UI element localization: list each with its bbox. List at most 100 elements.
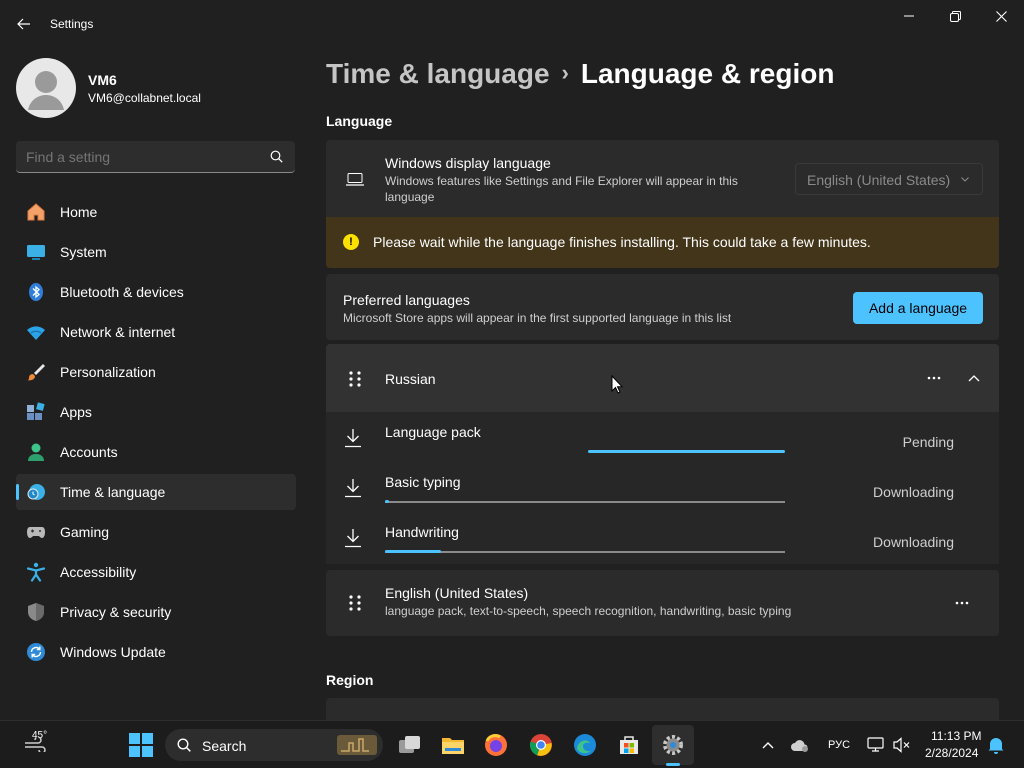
region-card[interactable] (326, 698, 999, 720)
bluetooth-icon (29, 283, 43, 301)
progress-bar (385, 550, 785, 553)
firefox-icon (485, 734, 507, 756)
sidebar-item-home[interactable]: Home (16, 194, 296, 230)
bell-icon (988, 738, 1004, 754)
download-icon (345, 529, 361, 548)
sidebar-item-label: Accounts (60, 444, 118, 460)
collapse-button[interactable] (960, 368, 988, 388)
apps-icon (27, 402, 45, 420)
language-item-english[interactable]: English (United States) language pack, t… (326, 570, 999, 636)
volume-button[interactable] (890, 731, 914, 759)
feature-row-handwriting: Handwriting Downloading (326, 514, 999, 564)
feature-row-language-pack: Language pack Pending (326, 414, 999, 464)
firefox-button[interactable] (482, 731, 510, 759)
task-view-icon (399, 736, 420, 753)
update-icon (27, 643, 45, 661)
download-icon (345, 479, 361, 498)
drag-handle-icon[interactable] (348, 594, 362, 612)
restore-icon (949, 10, 961, 22)
sidebar-item-accessibility[interactable]: Accessibility (16, 554, 296, 590)
user-name: VM6 (88, 72, 117, 88)
clock-date[interactable]: 2/28/2024 (925, 746, 978, 760)
start-button[interactable] (127, 731, 155, 759)
sidebar-item-bluetooth[interactable]: Bluetooth & devices (16, 274, 296, 310)
chevron-up-icon (968, 375, 980, 382)
sidebar-item-gaming[interactable]: Gaming (16, 514, 296, 550)
sidebar-item-label: Home (60, 204, 98, 220)
sidebar-item-label: Windows Update (60, 644, 166, 660)
sidebar-item-label: Accessibility (60, 564, 137, 580)
sidebar-item-system[interactable]: System (16, 234, 296, 270)
search-icon (177, 738, 191, 752)
close-button[interactable] (978, 4, 1024, 28)
sidebar-item-accounts[interactable]: Accounts (16, 434, 296, 470)
clock-time[interactable]: 11:13 PM (931, 729, 981, 743)
file-explorer-button[interactable] (439, 731, 467, 759)
shield-icon (28, 603, 44, 621)
breadcrumb: Time & language › Language & region (326, 58, 834, 90)
sidebar-item-network[interactable]: Network & internet (16, 314, 296, 350)
sidebar-item-label: Time & language (60, 484, 166, 500)
search-box[interactable] (16, 141, 295, 173)
file-explorer-icon (442, 738, 464, 754)
minimize-button[interactable] (886, 4, 932, 28)
language-features-summary: language pack, text-to-speech, speech re… (385, 604, 792, 618)
network-status-button[interactable] (864, 731, 888, 759)
language-options-button[interactable] (920, 368, 948, 388)
onedrive-button[interactable] (788, 731, 812, 759)
back-button[interactable] (10, 12, 38, 36)
drag-handle-icon[interactable] (348, 370, 362, 388)
task-view-button[interactable] (396, 731, 424, 759)
chrome-button[interactable] (527, 731, 555, 759)
page-title: Language & region (580, 58, 835, 89)
sidebar-item-label: Network & internet (60, 324, 176, 340)
input-language-indicator[interactable]: РУС (828, 739, 850, 751)
more-icon (927, 376, 941, 380)
gaming-icon (27, 527, 45, 538)
avatar[interactable] (16, 58, 76, 118)
sidebar-item-time-language[interactable]: Time & language (16, 474, 296, 510)
feature-label: Language pack (385, 424, 481, 440)
sidebar-item-personalization[interactable]: Personalization (16, 354, 296, 390)
back-arrow-icon (17, 18, 30, 30)
notifications-button[interactable] (984, 731, 1008, 759)
close-icon (995, 10, 1007, 22)
sidebar-item-privacy[interactable]: Privacy & security (16, 594, 296, 630)
chevron-down-icon (961, 177, 969, 182)
store-button[interactable] (615, 731, 643, 759)
language-options-button[interactable] (948, 593, 976, 613)
user-email: VM6@collabnet.local (88, 91, 201, 105)
person-icon (28, 71, 64, 110)
display-language-description: Windows features like Settings and File … (385, 174, 738, 204)
cloud-icon (791, 740, 808, 752)
progress-bar (385, 500, 785, 503)
edge-icon (574, 734, 596, 756)
sidebar-item-label: Gaming (60, 524, 110, 540)
breadcrumb-parent[interactable]: Time & language (326, 58, 550, 89)
network-icon (27, 326, 45, 340)
settings-icon (663, 735, 683, 755)
show-hidden-icons-button[interactable] (756, 731, 780, 759)
add-language-button[interactable]: Add a language (853, 292, 983, 324)
install-warning-banner: ! Please wait while the language finishe… (326, 217, 999, 268)
settings-button[interactable] (659, 731, 687, 759)
restore-button[interactable] (932, 4, 978, 28)
feature-status: Pending (902, 434, 954, 450)
sidebar-item-windows-update[interactable]: Windows Update (16, 634, 296, 670)
taskbar-search[interactable]: Search (165, 729, 383, 761)
sidebar-item-apps[interactable]: Apps (16, 394, 296, 430)
search-input[interactable] (26, 149, 256, 165)
accessibility-icon (26, 562, 46, 582)
start-icon (129, 733, 153, 757)
app-title: Settings (50, 17, 94, 31)
language-item-russian[interactable]: Russian (326, 344, 999, 412)
search-icon (270, 150, 283, 163)
active-app-indicator (666, 763, 680, 766)
network-monitor-icon (867, 737, 884, 752)
chrome-icon (529, 734, 552, 756)
taskbar: 45° Search РУС 11:13 PM 2/28/2024 (0, 720, 1024, 768)
breadcrumb-separator: › (561, 60, 569, 85)
edge-button[interactable] (571, 731, 599, 759)
display-language-dropdown[interactable]: English (United States) (795, 163, 983, 195)
progress-fill (385, 500, 389, 503)
